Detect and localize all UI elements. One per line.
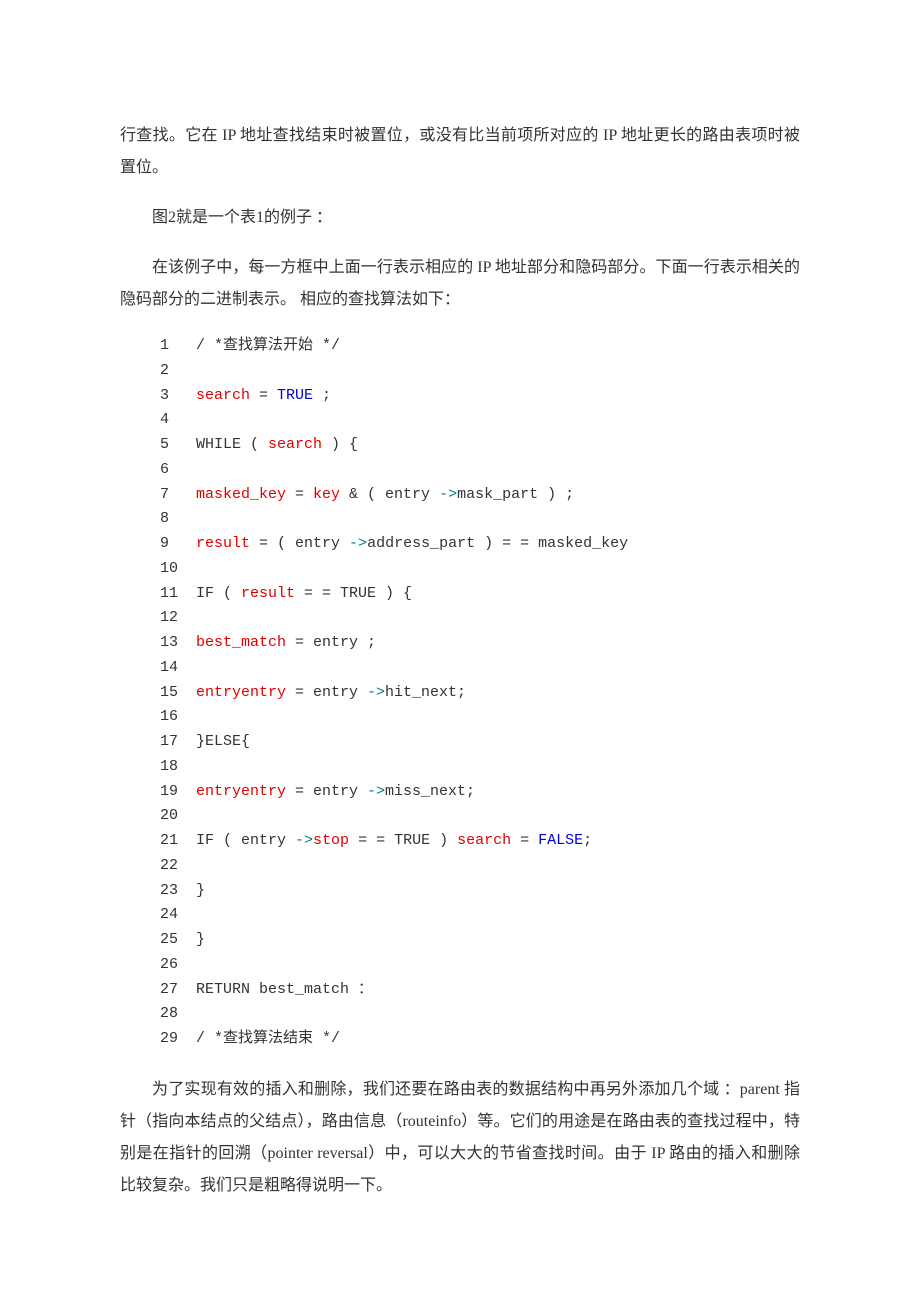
code-text: }ELSE{ bbox=[196, 730, 250, 755]
code-text: } bbox=[196, 879, 205, 904]
line-number: 18 bbox=[160, 755, 196, 780]
code-line: 2 bbox=[160, 359, 800, 384]
line-number: 23 bbox=[160, 879, 196, 904]
code-line: 3 search = TRUE ; bbox=[160, 384, 800, 409]
code-line: 22 bbox=[160, 854, 800, 879]
code-line: 4 bbox=[160, 408, 800, 433]
code-line: 16 bbox=[160, 705, 800, 730]
code-line: 28 bbox=[160, 1002, 800, 1027]
line-number: 20 bbox=[160, 804, 196, 829]
line-number: 2 bbox=[160, 359, 196, 384]
code-text: entryentry = entry ->hit_next; bbox=[196, 681, 466, 706]
paragraph-3: 在该例子中，每一方框中上面一行表示相应的 IP 地址部分和隐码部分。下面一行表示… bbox=[120, 252, 800, 316]
line-number: 15 bbox=[160, 681, 196, 706]
code-line: 24 bbox=[160, 903, 800, 928]
code-text: IF ( entry ->stop = = TRUE ) search = FA… bbox=[196, 829, 592, 854]
code-text: search = TRUE ; bbox=[196, 384, 331, 409]
code-block: 1 / *查找算法开始 */ 2 3 search = TRUE ; 4 5 W… bbox=[160, 334, 800, 1052]
line-number: 27 bbox=[160, 978, 196, 1003]
line-number: 8 bbox=[160, 507, 196, 532]
paragraph-4: 为了实现有效的插入和删除，我们还要在路由表的数据结构中再另外添加几个域 ：par… bbox=[120, 1074, 800, 1202]
line-number: 16 bbox=[160, 705, 196, 730]
code-text: result = ( entry ->address_part ) = = ma… bbox=[196, 532, 628, 557]
code-line: 17 }ELSE{ bbox=[160, 730, 800, 755]
code-text: entryentry = entry ->miss_next; bbox=[196, 780, 475, 805]
code-line: 23 } bbox=[160, 879, 800, 904]
code-text: / *查找算法开始 */ bbox=[196, 334, 340, 359]
line-number: 21 bbox=[160, 829, 196, 854]
line-number: 3 bbox=[160, 384, 196, 409]
line-number: 1 bbox=[160, 334, 196, 359]
line-number: 24 bbox=[160, 903, 196, 928]
code-text: / *查找算法结束 */ bbox=[196, 1027, 340, 1052]
line-number: 7 bbox=[160, 483, 196, 508]
code-text: IF ( result = = TRUE ) { bbox=[196, 582, 412, 607]
code-text: best_match = entry ; bbox=[196, 631, 376, 656]
paragraph-2: 图2就是一个表1的例子 ： bbox=[120, 202, 800, 234]
line-number: 9 bbox=[160, 532, 196, 557]
line-number: 13 bbox=[160, 631, 196, 656]
code-line: 11 IF ( result = = TRUE ) { bbox=[160, 582, 800, 607]
code-line: 20 bbox=[160, 804, 800, 829]
code-line: 14 bbox=[160, 656, 800, 681]
code-line: 25 } bbox=[160, 928, 800, 953]
code-text: WHILE ( search ) { bbox=[196, 433, 358, 458]
code-line: 21 IF ( entry ->stop = = TRUE ) search =… bbox=[160, 829, 800, 854]
code-line: 5 WHILE ( search ) { bbox=[160, 433, 800, 458]
line-number: 22 bbox=[160, 854, 196, 879]
code-line: 9 result = ( entry ->address_part ) = = … bbox=[160, 532, 800, 557]
line-number: 10 bbox=[160, 557, 196, 582]
line-number: 6 bbox=[160, 458, 196, 483]
line-number: 11 bbox=[160, 582, 196, 607]
code-text: } bbox=[196, 928, 205, 953]
line-number: 4 bbox=[160, 408, 196, 433]
line-number: 12 bbox=[160, 606, 196, 631]
line-number: 17 bbox=[160, 730, 196, 755]
code-line: 29 / *查找算法结束 */ bbox=[160, 1027, 800, 1052]
line-number: 14 bbox=[160, 656, 196, 681]
code-line: 26 bbox=[160, 953, 800, 978]
code-line: 7 masked_key = key & ( entry ->mask_part… bbox=[160, 483, 800, 508]
code-line: 27 RETURN best_match ： bbox=[160, 978, 800, 1003]
line-number: 25 bbox=[160, 928, 196, 953]
code-text: RETURN best_match ： bbox=[196, 978, 373, 1003]
line-number: 5 bbox=[160, 433, 196, 458]
code-line: 19 entryentry = entry ->miss_next; bbox=[160, 780, 800, 805]
code-line: 12 bbox=[160, 606, 800, 631]
paragraph-1: 行查找。它在 IP 地址查找结束时被置位，或没有比当前项所对应的 IP 地址更长… bbox=[120, 120, 800, 184]
code-line: 15 entryentry = entry ->hit_next; bbox=[160, 681, 800, 706]
code-line: 13 best_match = entry ; bbox=[160, 631, 800, 656]
line-number: 19 bbox=[160, 780, 196, 805]
code-line: 10 bbox=[160, 557, 800, 582]
code-text: masked_key = key & ( entry ->mask_part )… bbox=[196, 483, 574, 508]
code-line: 6 bbox=[160, 458, 800, 483]
code-line: 1 / *查找算法开始 */ bbox=[160, 334, 800, 359]
code-line: 18 bbox=[160, 755, 800, 780]
line-number: 28 bbox=[160, 1002, 196, 1027]
code-line: 8 bbox=[160, 507, 800, 532]
line-number: 26 bbox=[160, 953, 196, 978]
line-number: 29 bbox=[160, 1027, 196, 1052]
